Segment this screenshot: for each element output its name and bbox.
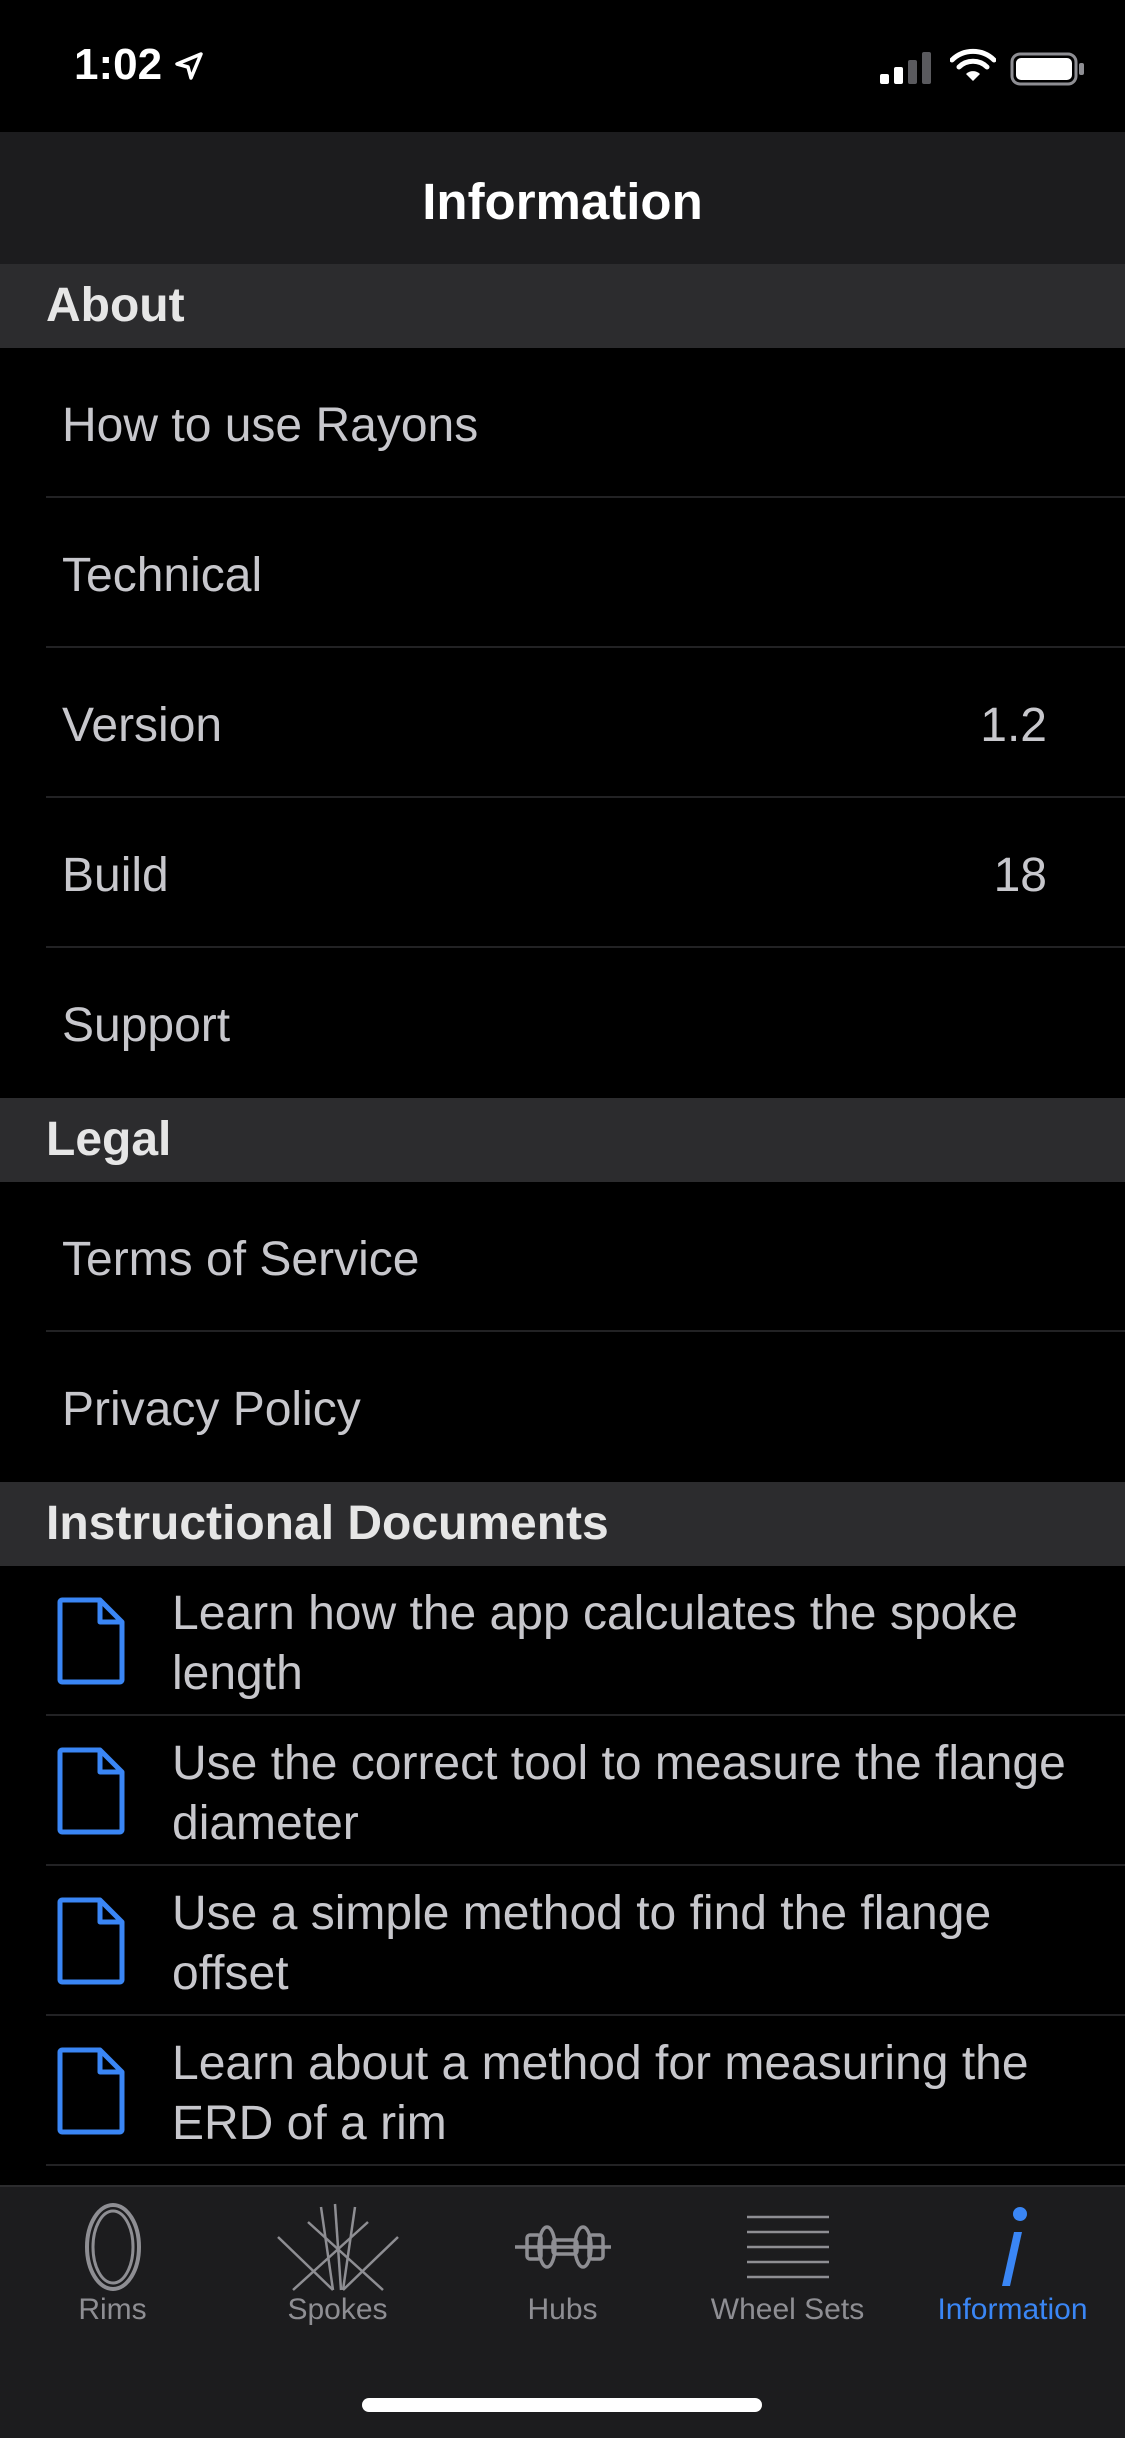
home-indicator[interactable] (362, 2398, 762, 2412)
doc-row-erd-rim[interactable]: Learn about a method for measuring the E… (0, 2016, 1125, 2166)
tab-rims[interactable]: Rims (0, 2187, 225, 2347)
row-privacy-policy[interactable]: Privacy Policy (0, 1332, 1125, 1482)
row-label: Terms of Service (62, 1233, 420, 1286)
tab-label: Rims (78, 2293, 147, 2326)
section-title: Instructional Documents (46, 1497, 609, 1550)
row-label: Support (62, 999, 231, 1052)
tab-label: Hubs (527, 2293, 598, 2326)
wifi-icon (950, 48, 996, 81)
row-label: How to use Rayons (62, 399, 479, 452)
row-technical[interactable]: Technical (0, 498, 1125, 648)
section-header-documents: Instructional Documents (0, 1482, 1125, 1566)
row-how-to-use[interactable]: How to use Rayons (0, 348, 1125, 498)
battery-icon (1010, 52, 1084, 86)
status-time: 1:02 (74, 40, 163, 89)
doc-row-flange-diameter[interactable]: Use the correct tool to measure the flan… (0, 1716, 1125, 1866)
version-value: 1.2 (980, 699, 1047, 752)
tab-wheel-sets[interactable]: Wheel Sets (675, 2187, 900, 2347)
row-label: Technical (62, 549, 263, 602)
tab-spokes[interactable]: Spokes (225, 2187, 450, 2347)
doc-title: Use a simple method to find the flange o… (172, 1887, 992, 2000)
row-terms-of-service[interactable]: Terms of Service (0, 1182, 1125, 1332)
doc-row-spoke-length[interactable]: Learn how the app calculates the spoke l… (0, 1566, 1125, 1716)
row-build: Build 18 (0, 798, 1125, 948)
build-value: 18 (993, 849, 1047, 902)
cellular-signal-icon (880, 52, 931, 84)
tab-label: Wheel Sets (710, 2293, 865, 2326)
document-icon (57, 1597, 125, 1685)
location-arrow-icon (175, 52, 203, 80)
row-label: Build (62, 849, 169, 902)
row-separator (46, 2164, 1125, 2166)
navigation-bar: Information (0, 132, 1125, 265)
section-title: About (46, 279, 185, 332)
doc-title: Use the correct tool to measure the flan… (172, 1737, 1066, 1850)
spokes-icon (276, 2203, 399, 2291)
page-title: Information (422, 173, 703, 230)
info-icon (1001, 2207, 1027, 2286)
section-header-legal: Legal (0, 1098, 1125, 1182)
tab-label: Information (937, 2293, 1088, 2326)
row-label: Privacy Policy (62, 1383, 361, 1436)
doc-row-flange-offset[interactable]: Use a simple method to find the flange o… (0, 1866, 1125, 2016)
tab-information[interactable]: Information (900, 2187, 1125, 2347)
doc-title: Learn about a method for measuring the E… (172, 2037, 1029, 2150)
tab-label: Spokes (287, 2293, 388, 2326)
tab-hubs[interactable]: Hubs (450, 2187, 675, 2347)
row-version: Version 1.2 (0, 648, 1125, 798)
document-icon (57, 2047, 125, 2135)
hub-icon (514, 2225, 611, 2269)
wheel-sets-icon (746, 2215, 829, 2279)
row-support[interactable]: Support (0, 948, 1125, 1098)
section-title: Legal (46, 1113, 172, 1166)
document-icon (57, 1747, 125, 1835)
section-header-about: About (0, 264, 1125, 348)
rim-icon (84, 2203, 141, 2291)
row-label: Version (62, 699, 223, 752)
document-icon (57, 1897, 125, 1985)
status-bar: 1:02 (0, 0, 1125, 132)
doc-title: Learn how the app calculates the spoke l… (172, 1587, 1018, 1700)
